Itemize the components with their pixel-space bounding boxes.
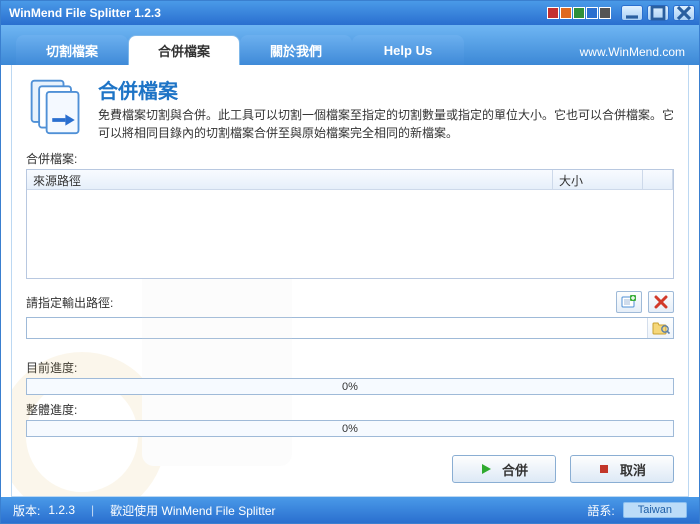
theme-color-picker xyxy=(547,7,611,19)
browse-button[interactable] xyxy=(647,318,673,338)
action-buttons: 合併 取消 xyxy=(26,455,674,483)
theme-swatch-orange[interactable] xyxy=(560,7,572,19)
intro-text: 合併檔案 免費檔案切割與合併。此工具可以切割一個檔案至指定的切割數量或指定的單位… xyxy=(98,75,674,142)
tab-merge[interactable]: 合併檔案 xyxy=(128,35,240,65)
tab-merge-label: 合併檔案 xyxy=(158,41,210,60)
page-heading: 合併檔案 xyxy=(98,75,674,104)
overall-progress-value: 0% xyxy=(342,423,358,435)
maximize-button[interactable] xyxy=(647,5,669,21)
version-value: 1.2.3 xyxy=(48,503,75,517)
current-progress-label: 目前進度: xyxy=(26,359,674,376)
app-window: WinMend File Splitter 1.2.3 切割檔案 合併檔案 關於… xyxy=(0,0,700,524)
window-title: WinMend File Splitter 1.2.3 xyxy=(9,6,547,20)
tab-split[interactable]: 切割檔案 xyxy=(16,35,128,65)
file-list-header: 來源路徑 大小 xyxy=(27,170,673,190)
language-label: 語系: xyxy=(587,502,614,519)
cancel-button-label: 取消 xyxy=(620,460,646,479)
page-description: 免費檔案切割與合併。此工具可以切割一個檔案至指定的切割數量或指定的單位大小。它也… xyxy=(98,106,674,142)
titlebar: WinMend File Splitter 1.2.3 xyxy=(1,1,699,25)
language-button[interactable]: Taiwan xyxy=(623,502,687,518)
column-blank xyxy=(643,170,673,189)
tab-strip: 切割檔案 合併檔案 關於我們 Help Us www.WinMend.com xyxy=(1,25,699,65)
welcome-text: 歡迎使用 WinMend File Splitter xyxy=(110,502,275,519)
tab-about[interactable]: 關於我們 xyxy=(240,35,352,65)
overall-progress-label: 整體進度: xyxy=(26,401,674,418)
file-list[interactable]: 來源路徑 大小 xyxy=(26,169,674,279)
content-area: 合併檔案 免費檔案切割與合併。此工具可以切割一個檔案至指定的切割數量或指定的單位… xyxy=(11,65,689,497)
tab-split-label: 切割檔案 xyxy=(46,41,98,60)
theme-swatch-blue[interactable] xyxy=(586,7,598,19)
status-bar: 版本: 1.2.3 | 歡迎使用 WinMend File Splitter 語… xyxy=(1,497,699,523)
merge-button[interactable]: 合併 xyxy=(452,455,556,483)
theme-swatch-gray[interactable] xyxy=(599,7,611,19)
output-path-label: 請指定輸出路徑: xyxy=(26,294,113,311)
intro-section: 合併檔案 免費檔案切割與合併。此工具可以切割一個檔案至指定的切割數量或指定的單位… xyxy=(26,75,674,142)
current-progress-bar: 0% xyxy=(26,378,674,395)
column-source-path[interactable]: 來源路徑 xyxy=(27,170,553,189)
remove-icon xyxy=(653,295,669,309)
overall-progress-bar: 0% xyxy=(26,420,674,437)
cancel-button[interactable]: 取消 xyxy=(570,455,674,483)
play-icon xyxy=(480,463,492,475)
minimize-button[interactable] xyxy=(621,5,643,21)
remove-file-button[interactable] xyxy=(648,291,674,313)
current-progress-value: 0% xyxy=(342,381,358,393)
column-size[interactable]: 大小 xyxy=(553,170,643,189)
add-file-button[interactable] xyxy=(616,291,642,313)
stop-icon xyxy=(598,463,610,475)
version-label: 版本: xyxy=(13,502,40,519)
separator: | xyxy=(91,503,94,517)
tab-help[interactable]: Help Us xyxy=(352,35,464,65)
merge-files-label: 合併檔案: xyxy=(26,150,674,167)
website-link[interactable]: www.WinMend.com xyxy=(580,45,685,59)
output-path-input[interactable] xyxy=(27,318,647,338)
theme-swatch-red[interactable] xyxy=(547,7,559,19)
merge-files-icon xyxy=(26,75,86,142)
add-file-icon xyxy=(621,295,637,309)
folder-search-icon xyxy=(652,321,670,335)
close-button[interactable] xyxy=(673,5,695,21)
tab-help-label: Help Us xyxy=(384,43,432,58)
theme-swatch-green[interactable] xyxy=(573,7,585,19)
window-controls xyxy=(621,5,695,21)
output-path-field-wrap xyxy=(26,317,674,339)
tab-about-label: 關於我們 xyxy=(270,41,322,60)
merge-button-label: 合併 xyxy=(502,460,528,479)
